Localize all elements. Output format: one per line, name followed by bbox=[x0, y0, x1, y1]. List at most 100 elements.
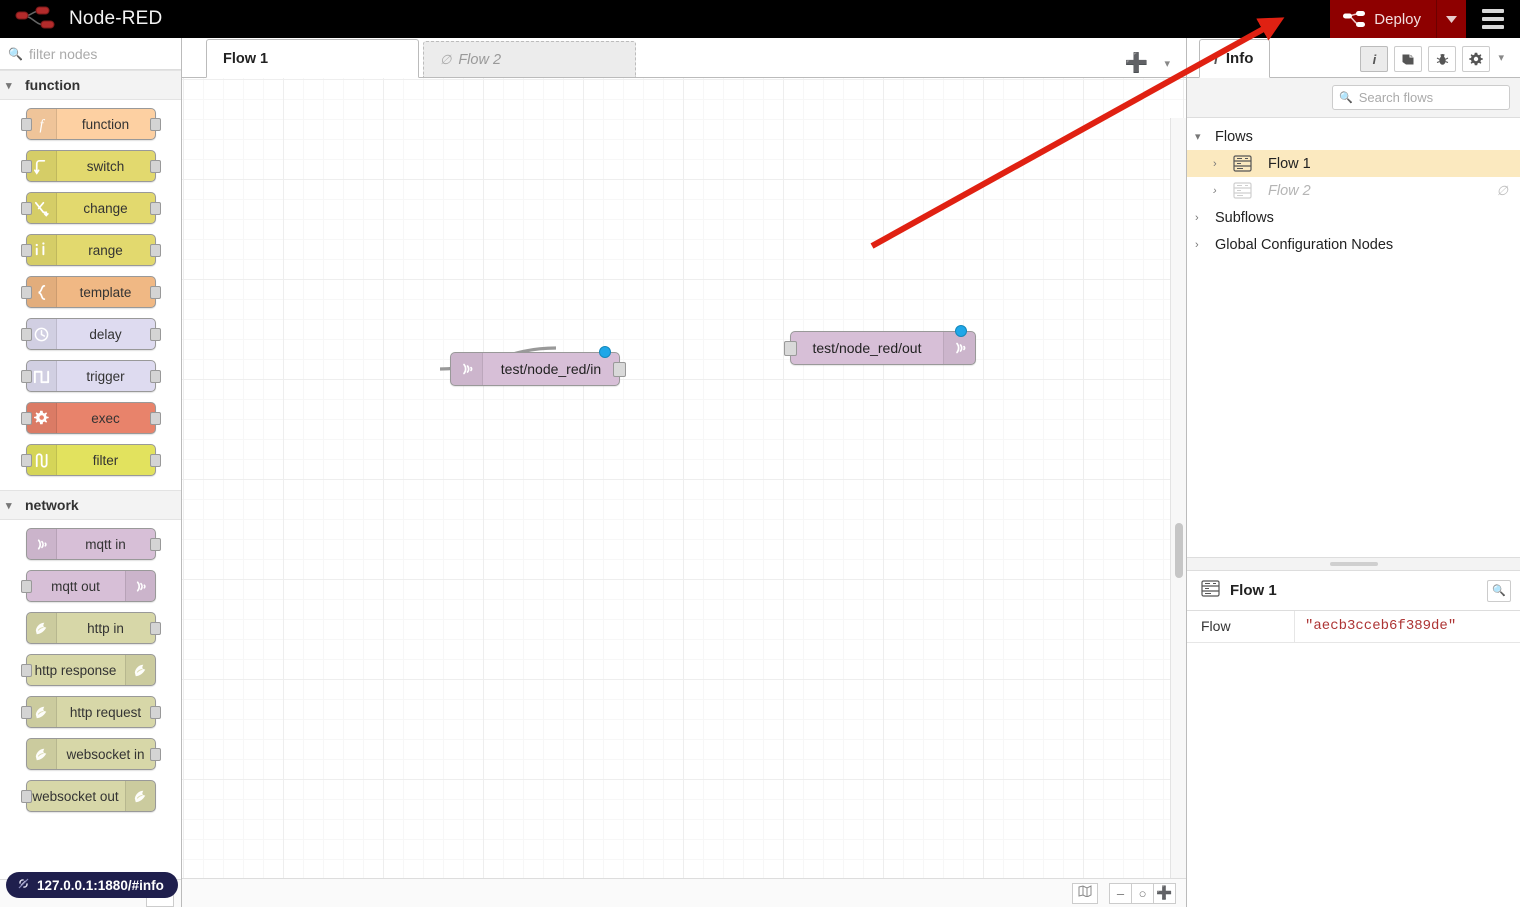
node-input-port[interactable] bbox=[21, 286, 32, 299]
node-output-port[interactable] bbox=[150, 202, 161, 215]
node-input-port[interactable] bbox=[21, 328, 32, 341]
palette-node-websocket-in[interactable]: websocket in bbox=[26, 738, 156, 770]
disabled-circle-icon[interactable]: ∅ bbox=[1497, 183, 1508, 199]
node-output-port[interactable] bbox=[150, 748, 161, 761]
debug-bug-icon[interactable] bbox=[1428, 46, 1456, 72]
palette-node-filter[interactable]: filter bbox=[26, 444, 156, 476]
palette-node-range[interactable]: range bbox=[26, 234, 156, 266]
node-output-port[interactable] bbox=[150, 160, 161, 173]
palette-category-function[interactable]: ▾ function bbox=[0, 70, 181, 100]
palette-node-mqtt-out[interactable]: mqtt out bbox=[26, 570, 156, 602]
canvas-vertical-scrollbar[interactable] bbox=[1170, 118, 1186, 907]
node-output-port[interactable] bbox=[150, 622, 161, 635]
mqtt-wave-icon bbox=[27, 529, 57, 559]
add-flow-button[interactable]: ➕ bbox=[1125, 54, 1149, 73]
node-input-port[interactable] bbox=[21, 370, 32, 383]
node-output-port[interactable] bbox=[150, 286, 161, 299]
tree-row-subflows[interactable]: ›Subflows bbox=[1187, 204, 1520, 231]
palette-node-template[interactable]: template bbox=[26, 276, 156, 308]
node-input-port[interactable] bbox=[21, 580, 32, 593]
palette-node-function[interactable]: ffunction bbox=[26, 108, 156, 140]
zoom-reset-button[interactable]: ○ bbox=[1131, 883, 1154, 904]
info-i-icon: i bbox=[1373, 52, 1377, 67]
node-input-port[interactable] bbox=[21, 160, 32, 173]
map-icon bbox=[1078, 884, 1092, 902]
flow-canvas-wrapper[interactable]: test/node_red/in test/node_red/out bbox=[182, 78, 1186, 907]
palette-node-trigger[interactable]: trigger bbox=[26, 360, 156, 392]
chevron-right-icon[interactable]: › bbox=[1195, 239, 1215, 251]
flow-tab-flow-1[interactable]: Flow 1 bbox=[206, 39, 419, 78]
search-flows-input[interactable] bbox=[1359, 90, 1520, 105]
sidebar-splitter[interactable] bbox=[1187, 557, 1520, 571]
search-flows-box[interactable]: 🔍 ▾ bbox=[1332, 85, 1510, 110]
deploy-options-button[interactable] bbox=[1436, 0, 1466, 38]
node-input-port[interactable] bbox=[21, 244, 32, 257]
zoom-out-button[interactable]: – bbox=[1109, 883, 1132, 904]
node-output-port[interactable] bbox=[150, 244, 161, 257]
palette-node-label: mqtt in bbox=[57, 537, 155, 552]
node-input-port[interactable] bbox=[21, 454, 32, 467]
palette-node-mqtt-in[interactable]: mqtt in bbox=[26, 528, 156, 560]
palette-category-network[interactable]: ▾ network bbox=[0, 490, 181, 520]
deploy-button[interactable]: Deploy bbox=[1330, 0, 1436, 38]
palette-node-http-response[interactable]: http response bbox=[26, 654, 156, 686]
flow-node-label: test/node_red/out bbox=[791, 340, 943, 356]
node-input-port[interactable] bbox=[21, 202, 32, 215]
node-input-port[interactable] bbox=[21, 118, 32, 131]
node-input-port[interactable] bbox=[21, 790, 32, 803]
tree-row-flow-2[interactable]: › Flow 2∅ bbox=[1187, 177, 1520, 204]
info-tab-icon[interactable]: i bbox=[1360, 46, 1388, 72]
canvas-scroll-thumb[interactable] bbox=[1175, 523, 1183, 578]
tree-row-flows[interactable]: ▾Flows bbox=[1187, 123, 1520, 150]
sidebar-search-row: 🔍 ▾ bbox=[1187, 78, 1520, 118]
palette-scroll-area[interactable]: ▾ function ffunction switch change range… bbox=[0, 70, 181, 907]
chevron-down-icon: ▾ bbox=[6, 79, 16, 92]
node-output-port[interactable] bbox=[613, 362, 626, 377]
flow-tab-flow-2[interactable]: ∅ Flow 2 bbox=[423, 41, 636, 77]
palette-node-http-request[interactable]: http request bbox=[26, 696, 156, 728]
palette-node-exec[interactable]: exec bbox=[26, 402, 156, 434]
tree-row-flow-1[interactable]: › Flow 1 bbox=[1187, 150, 1520, 177]
main-menu-button[interactable] bbox=[1466, 0, 1520, 38]
node-input-port[interactable] bbox=[21, 706, 32, 719]
editor-center: Flow 1 ∅ Flow 2 ➕ ▾ test/node_red/in tes… bbox=[182, 38, 1186, 907]
node-output-port[interactable] bbox=[150, 538, 161, 551]
chevron-right-icon[interactable]: › bbox=[1195, 212, 1215, 224]
info-panel-search-button[interactable]: 🔍 bbox=[1487, 580, 1511, 602]
flow-node-test-node_red-in[interactable]: test/node_red/in bbox=[450, 352, 620, 386]
node-output-port[interactable] bbox=[150, 370, 161, 383]
palette-node-delay[interactable]: delay bbox=[26, 318, 156, 350]
flow-canvas[interactable]: test/node_red/in test/node_red/out bbox=[182, 78, 1186, 907]
chevron-down-icon bbox=[1446, 10, 1457, 28]
flow-tab-menu-button[interactable]: ▾ bbox=[1164, 57, 1170, 70]
chevron-right-icon[interactable]: › bbox=[1213, 185, 1233, 197]
info-row-value[interactable]: "aecb3cceb6f389de" bbox=[1295, 611, 1520, 642]
palette-node-switch[interactable]: switch bbox=[26, 150, 156, 182]
sidebar-more-button[interactable]: ▾ bbox=[1496, 51, 1510, 68]
node-input-port[interactable] bbox=[784, 341, 797, 356]
palette-node-http-in[interactable]: http in bbox=[26, 612, 156, 644]
node-output-port[interactable] bbox=[150, 454, 161, 467]
filter-nodes-input[interactable] bbox=[29, 46, 179, 62]
palette-node-change[interactable]: change bbox=[26, 192, 156, 224]
zoom-in-button[interactable]: ➕ bbox=[1153, 883, 1176, 904]
node-output-port[interactable] bbox=[150, 412, 161, 425]
flow-node-test-node_red-out[interactable]: test/node_red/out bbox=[790, 331, 976, 365]
node-input-port[interactable] bbox=[21, 664, 32, 677]
node-output-port[interactable] bbox=[150, 328, 161, 341]
navigator-toggle-button[interactable] bbox=[1072, 883, 1098, 904]
chevron-down-icon[interactable]: ▾ bbox=[1195, 130, 1215, 143]
node-input-port[interactable] bbox=[21, 412, 32, 425]
minus-icon: – bbox=[1117, 886, 1124, 901]
palette-node-websocket-out[interactable]: websocket out bbox=[26, 780, 156, 812]
chevron-right-icon[interactable]: › bbox=[1213, 158, 1233, 170]
flow-node-label: test/node_red/in bbox=[483, 361, 619, 377]
palette-node-label: http in bbox=[57, 621, 155, 636]
config-gear-icon[interactable] bbox=[1462, 46, 1490, 72]
tree-row-global-configuration-nodes[interactable]: ›Global Configuration Nodes bbox=[1187, 231, 1520, 258]
sidebar-tab-info[interactable]: i Info bbox=[1199, 39, 1270, 78]
node-output-port[interactable] bbox=[150, 118, 161, 131]
broken-link-icon bbox=[17, 877, 30, 893]
help-book-icon[interactable] bbox=[1394, 46, 1422, 72]
node-output-port[interactable] bbox=[150, 706, 161, 719]
